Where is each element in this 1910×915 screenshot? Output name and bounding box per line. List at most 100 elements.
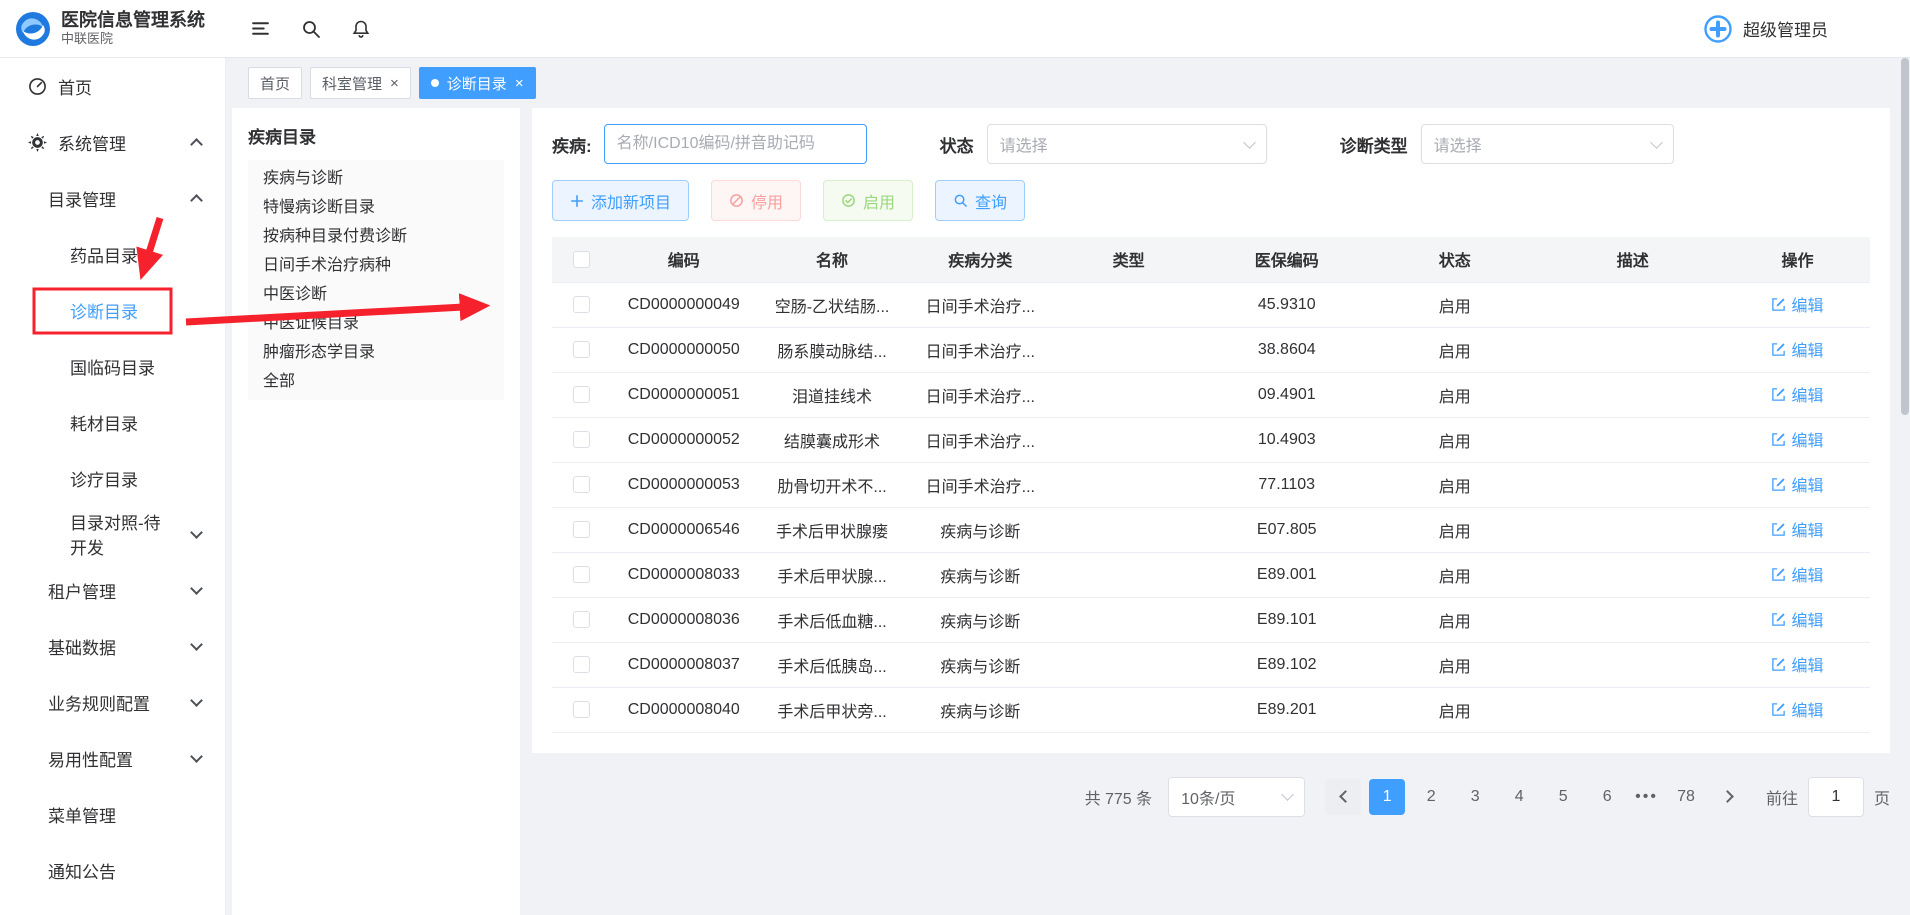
sidebar-item-home[interactable]: 首页	[0, 58, 225, 114]
cell-category: 日间手术治疗...	[908, 372, 1053, 417]
row-checkbox[interactable]	[573, 701, 590, 718]
pagination-page-6[interactable]: 6	[1589, 779, 1625, 815]
cell-description	[1540, 642, 1725, 687]
collapse-menu-icon[interactable]	[250, 18, 271, 39]
disease-search-input[interactable]	[604, 124, 867, 164]
plus-icon	[570, 194, 584, 208]
edit-label: 编辑	[1791, 427, 1823, 451]
goto-page-input[interactable]	[1808, 777, 1864, 817]
table-row: CD0000000053 肋骨切开术不... 日间手术治疗... 77.1103…	[552, 462, 1870, 507]
edit-button[interactable]: 编辑	[1771, 427, 1823, 451]
add-item-button[interactable]: 添加新项目	[552, 180, 689, 221]
pagination-total: 共 775 条	[1085, 785, 1153, 809]
tab-dept-mgmt[interactable]: 科室管理 ×	[310, 67, 411, 99]
edit-button[interactable]: 编辑	[1771, 382, 1823, 406]
status-select[interactable]: 请选择	[987, 124, 1267, 164]
edit-button[interactable]: 编辑	[1771, 652, 1823, 676]
tab-home[interactable]: 首页	[248, 67, 302, 99]
diagnosis-type-select[interactable]: 请选择	[1421, 124, 1674, 164]
pagination-page-3[interactable]: 3	[1457, 779, 1493, 815]
query-button[interactable]: 查询	[935, 180, 1025, 221]
edit-button[interactable]: 编辑	[1771, 517, 1823, 541]
user-menu[interactable]: 超级管理员	[1703, 14, 1910, 44]
chevron-down-icon	[190, 638, 203, 651]
disease-catalog-item[interactable]: 日间手术治疗病种	[248, 251, 504, 280]
disease-catalog-item[interactable]: 肿瘤形态学目录	[248, 338, 504, 367]
pagination-more[interactable]: •••	[1635, 788, 1658, 806]
pagination-page-1[interactable]: 1	[1369, 779, 1405, 815]
disease-catalog-item[interactable]: 中医证候目录	[248, 309, 504, 338]
cell-description	[1540, 327, 1725, 372]
row-checkbox[interactable]	[573, 566, 590, 583]
disease-catalog-item[interactable]: 按病种目录付费诊断	[248, 222, 504, 251]
row-checkbox[interactable]	[573, 386, 590, 403]
edit-button[interactable]: 编辑	[1771, 562, 1823, 586]
row-checkbox[interactable]	[573, 296, 590, 313]
cell-insurance-code: 45.9310	[1204, 282, 1369, 327]
cell-status: 启用	[1369, 642, 1540, 687]
pagination-page-4[interactable]: 4	[1501, 779, 1537, 815]
pagination-page-last[interactable]: 78	[1668, 779, 1704, 815]
disease-catalog-item[interactable]: 特慢病诊断目录	[248, 193, 504, 222]
pagination-next-button[interactable]	[1712, 779, 1748, 815]
row-checkbox[interactable]	[573, 341, 590, 358]
sidebar-item-label: 目录对照-待开发	[70, 509, 173, 559]
pagination-prev-button[interactable]	[1325, 779, 1361, 815]
edit-button[interactable]: 编辑	[1771, 472, 1823, 496]
cell-code: CD0000008040	[611, 687, 756, 732]
sidebar-item-basic-data[interactable]: 基础数据	[0, 618, 225, 674]
button-label: 启用	[863, 189, 895, 213]
edit-button[interactable]: 编辑	[1771, 292, 1823, 316]
column-header: 描述	[1540, 237, 1725, 282]
cell-type	[1053, 372, 1205, 417]
scrollbar-thumb[interactable]	[1901, 58, 1909, 415]
sidebar-item-system[interactable]: 系统管理	[0, 114, 225, 170]
sidebar-item-treatment-catalog[interactable]: 诊疗目录	[0, 450, 225, 506]
disease-catalog-item[interactable]: 中医诊断	[248, 280, 504, 309]
page-size-value: 10条/页	[1181, 785, 1235, 809]
row-checkbox[interactable]	[573, 611, 590, 628]
edit-button[interactable]: 编辑	[1771, 337, 1823, 361]
chevron-down-icon	[190, 582, 203, 595]
header-icons	[250, 18, 371, 39]
sidebar-item-tenant-mgmt[interactable]: 租户管理	[0, 562, 225, 618]
app-subtitle: 中联医院	[61, 32, 205, 47]
sidebar-item-catalog-compare[interactable]: 目录对照-待开发	[0, 506, 225, 562]
select-all-checkbox[interactable]	[573, 251, 590, 268]
sidebar-item-business-rules[interactable]: 业务规则配置	[0, 674, 225, 730]
bell-icon[interactable]	[351, 19, 371, 39]
sidebar-item-notice[interactable]: 通知公告	[0, 842, 225, 898]
tab-diagnosis-catalog[interactable]: 诊断目录 ×	[419, 67, 536, 99]
enable-button[interactable]: 启用	[823, 180, 913, 221]
row-checkbox[interactable]	[573, 431, 590, 448]
sidebar-item-usability-config[interactable]: 易用性配置	[0, 730, 225, 786]
pagination-page-5[interactable]: 5	[1545, 779, 1581, 815]
sidebar-item-catalog-mgmt[interactable]: 目录管理	[0, 170, 225, 226]
row-checkbox[interactable]	[573, 476, 590, 493]
table-row: CD0000008036 手术后低血糖... 疾病与诊断 E89.101 启用	[552, 597, 1870, 642]
close-icon[interactable]: ×	[390, 76, 399, 91]
page-size-select[interactable]: 10条/页	[1168, 777, 1305, 817]
sidebar-item-menu-mgmt[interactable]: 菜单管理	[0, 786, 225, 842]
app-logo	[14, 10, 52, 48]
disease-catalog-item[interactable]: 全部	[248, 367, 504, 396]
pagination-page-2[interactable]: 2	[1413, 779, 1449, 815]
disable-button[interactable]: 停用	[711, 180, 801, 221]
sidebar-item-diagnosis-catalog[interactable]: 诊断目录	[0, 282, 225, 338]
sidebar-item-national-code-catalog[interactable]: 国临码目录	[0, 338, 225, 394]
sidebar-item-drug-catalog[interactable]: 药品目录	[0, 226, 225, 282]
row-checkbox[interactable]	[573, 656, 590, 673]
app-window: 医院信息管理系统 中联医院 超级管理员	[0, 0, 1910, 915]
search-icon[interactable]	[301, 19, 321, 39]
edit-icon	[1771, 297, 1786, 312]
edit-button[interactable]: 编辑	[1771, 607, 1823, 631]
ban-circle-icon	[729, 193, 744, 208]
sidebar-item-consumables-catalog[interactable]: 耗材目录	[0, 394, 225, 450]
row-checkbox[interactable]	[573, 521, 590, 538]
app-title: 医院信息管理系统	[61, 10, 205, 31]
disease-catalog-item[interactable]: 疾病与诊断	[248, 164, 504, 193]
column-header: 医保编码	[1204, 237, 1369, 282]
status-select-value: 请选择	[1000, 132, 1048, 156]
edit-button[interactable]: 编辑	[1771, 697, 1823, 721]
close-icon[interactable]: ×	[515, 76, 524, 91]
